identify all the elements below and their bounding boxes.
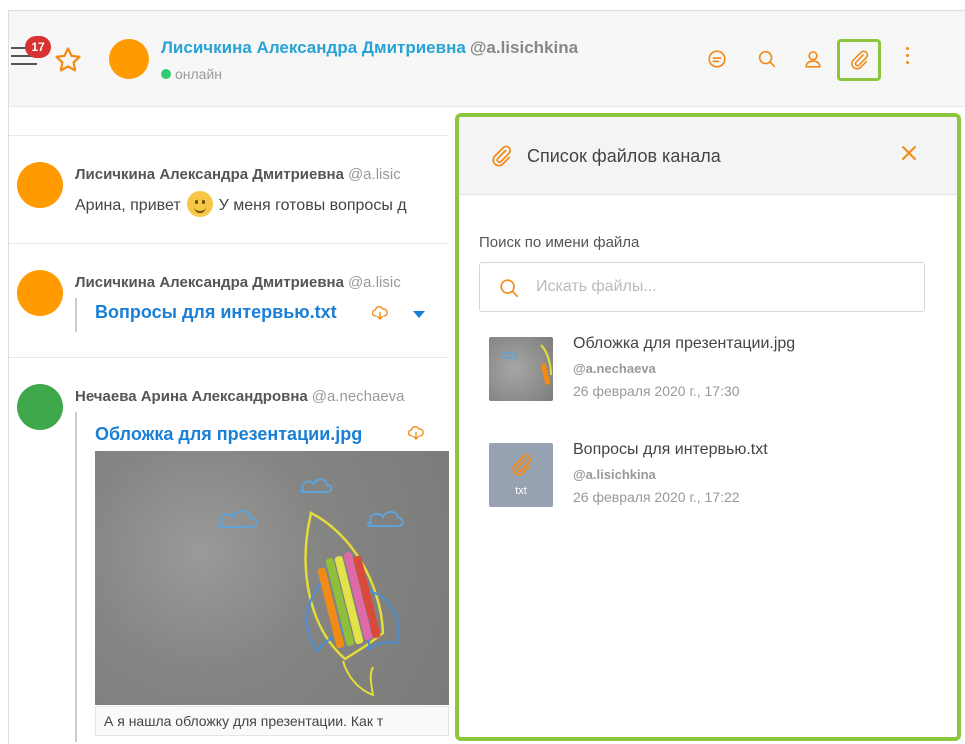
online-dot-icon <box>161 69 171 79</box>
avatar[interactable] <box>17 162 63 208</box>
file-uploader: @a.lisichkina <box>573 467 656 482</box>
message-text: Арина, привет У меня готовы вопросы д <box>75 191 407 217</box>
paperclip-icon <box>512 454 532 476</box>
discussion-button[interactable] <box>703 45 731 73</box>
contact-name: Лисичкина Александра Дмитриевна <box>161 38 466 57</box>
attachment-file-link[interactable]: Вопросы для интервью.txt <box>95 302 337 323</box>
file-search-box[interactable] <box>479 262 925 312</box>
panel-title: Список файлов канала <box>527 146 721 166</box>
avatar[interactable] <box>17 384 63 430</box>
search-label: Поиск по имени файла <box>479 234 640 251</box>
author-username: @a.lisic <box>347 166 401 183</box>
message-author[interactable]: Лисичкина Александра Дмитриевна @a.lisic <box>75 166 401 183</box>
avatar[interactable] <box>17 270 63 316</box>
attachment-block <box>75 298 77 332</box>
unread-badge: 17 <box>25 36 51 58</box>
file-name[interactable]: Вопросы для интервью.txt <box>573 441 768 459</box>
author-name: Лисичкина Александра Дмитриевна <box>75 274 344 291</box>
chevron-down-icon[interactable] <box>413 311 425 318</box>
message-text-part: Арина, привет <box>75 197 181 214</box>
image-attachment-preview[interactable] <box>95 451 449 705</box>
channel-header: 17 Лисичкина Александра Дмитриевна @a.lis… <box>9 11 965 107</box>
avatar[interactable] <box>109 39 149 79</box>
search-icon <box>500 279 519 298</box>
chat-window: 17 Лисичкина Александра Дмитриевна @a.lis… <box>8 10 965 744</box>
channel-title[interactable]: Лисичкина Александра Дмитриевна @a.lisich… <box>161 38 578 58</box>
author-username: @a.lisic <box>347 274 401 291</box>
file-search-input[interactable] <box>536 273 906 301</box>
file-date: 26 февраля 2020 г., 17:30 <box>573 383 740 399</box>
user-icon <box>805 51 821 68</box>
file-list-item[interactable]: Обложка для презентации.jpg @a.nechaeva … <box>489 335 929 407</box>
search-button[interactable] <box>753 45 781 73</box>
discussion-icon <box>708 50 726 68</box>
file-extension-label: txt <box>515 485 527 497</box>
file-name[interactable]: Обложка для презентации.jpg <box>573 335 795 353</box>
message-list[interactable]: Лисичкина Александра Дмитриевна @a.lisic … <box>9 108 449 744</box>
attachment-file-link[interactable]: Обложка для презентации.jpg <box>95 424 362 445</box>
file-thumbnail[interactable] <box>489 337 553 401</box>
panel-header: Список файлов канала <box>459 117 957 195</box>
channel-files-panel: Список файлов канала Поиск по имени файл… <box>455 113 961 741</box>
message-item: Лисичкина Александра Дмитриевна @a.lisic … <box>9 243 449 357</box>
kebab-menu-icon[interactable] <box>901 47 913 71</box>
members-button[interactable] <box>799 45 827 73</box>
image-thumbnail-graphic <box>501 344 552 385</box>
download-cloud-icon[interactable] <box>371 304 389 322</box>
close-icon[interactable] <box>899 143 919 163</box>
paperclip-icon <box>851 50 869 70</box>
image-caption: А я нашла обложку для презентации. Как т <box>95 706 449 736</box>
message-item: Лисичкина Александра Дмитриевна @a.lisic … <box>9 135 449 243</box>
author-username: @a.nechaeva <box>311 388 405 405</box>
status-text: онлайн <box>175 66 223 82</box>
presence-status: онлайн <box>161 66 222 82</box>
files-button[interactable] <box>837 39 881 81</box>
file-date: 26 февраля 2020 г., 17:22 <box>573 489 740 505</box>
attachment-block <box>75 412 77 742</box>
smiley-emoji-icon <box>186 191 213 217</box>
message-author[interactable]: Лисичкина Александра Дмитриевна @a.lisic <box>75 274 401 291</box>
author-name: Лисичкина Александра Дмитриевна <box>75 166 344 183</box>
paperclip-icon <box>492 145 512 167</box>
download-cloud-icon[interactable] <box>407 424 425 442</box>
contact-username: @a.lisichkina <box>469 38 579 57</box>
message-text-part: У меня готовы вопросы д <box>218 197 407 214</box>
file-uploader: @a.nechaeva <box>573 361 656 376</box>
star-icon[interactable] <box>53 45 83 75</box>
file-thumbnail[interactable]: txt <box>489 443 553 507</box>
search-icon <box>758 50 776 68</box>
author-name: Нечаева Арина Александровна <box>75 388 308 405</box>
file-list-item[interactable]: txt Вопросы для интервью.txt @a.lisichki… <box>489 441 929 513</box>
message-author[interactable]: Нечаева Арина Александровна @a.nechaeva <box>75 388 405 405</box>
rocket-drawing-image <box>217 478 404 697</box>
